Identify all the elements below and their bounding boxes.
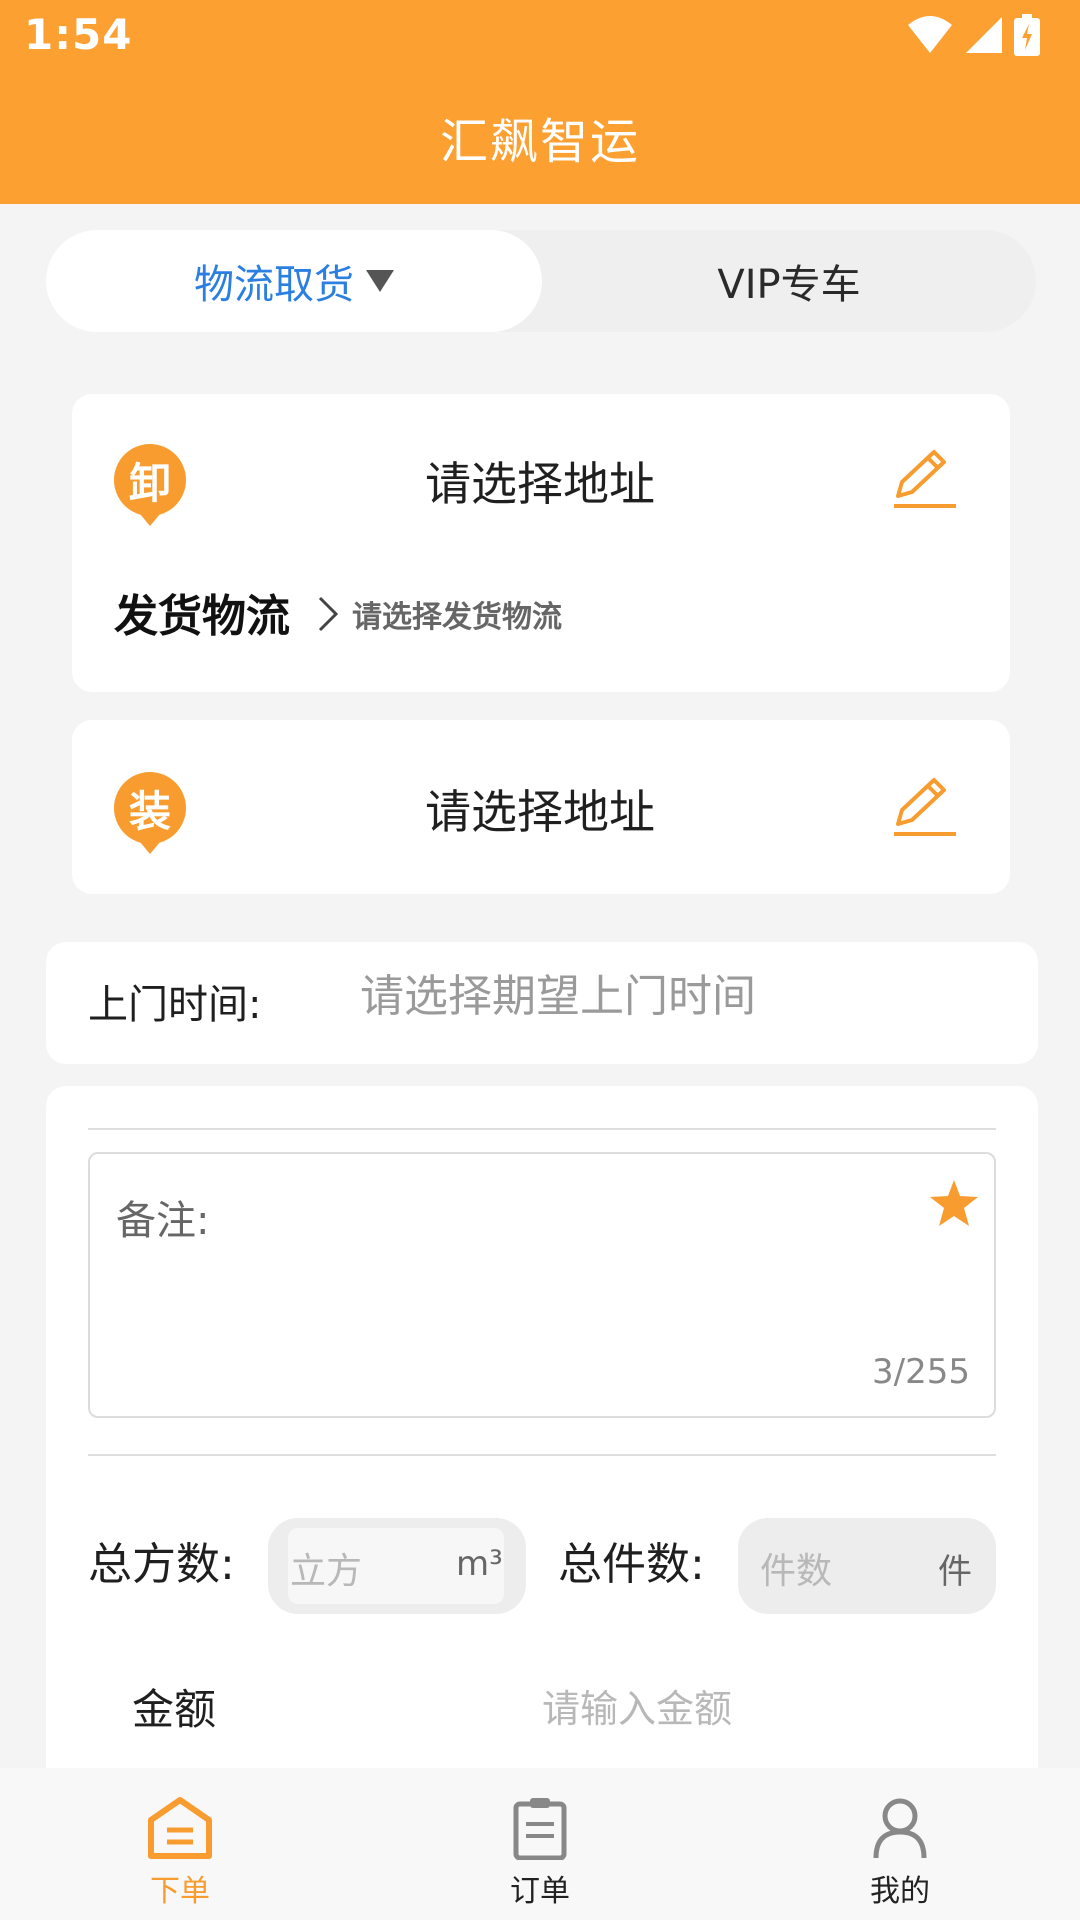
tab-vip-car-label: VIP专车 xyxy=(717,262,861,308)
amount-input[interactable]: 请输入金额 xyxy=(542,1678,732,1733)
edit-pencil-icon[interactable] xyxy=(890,776,960,838)
chevron-right-icon[interactable] xyxy=(316,594,340,634)
notes-label: 备注: xyxy=(116,1198,210,1244)
load-badge: 装 xyxy=(114,772,186,862)
tab-logistics-pickup-label: 物流取货 xyxy=(194,262,354,308)
nav-label-profile: 我的 xyxy=(870,1874,930,1909)
load-address-placeholder: 请选择地址 xyxy=(425,785,655,839)
home-icon xyxy=(148,1797,212,1859)
unload-address-placeholder: 请选择地址 xyxy=(425,457,655,511)
nav-item-place-order[interactable]: 下单 xyxy=(0,1768,360,1920)
app-title: 汇飙智运 xyxy=(439,114,640,170)
nav-item-profile[interactable]: 我的 xyxy=(720,1768,1080,1920)
nav-label-orders: 订单 xyxy=(510,1874,570,1909)
dropdown-triangle-icon xyxy=(366,270,394,292)
tab-vip-car[interactable]: VIP专车 xyxy=(542,230,1036,332)
tab-logistics-pickup[interactable]: 物流取货 xyxy=(46,230,542,332)
user-icon xyxy=(873,1798,927,1859)
total-pieces-label: 总件数: xyxy=(558,1539,705,1590)
nav-item-orders[interactable]: 订单 xyxy=(360,1768,720,1920)
signal-icon xyxy=(966,17,1002,53)
unload-address-card[interactable] xyxy=(72,394,1010,692)
volume-unit: m³ xyxy=(456,1544,503,1584)
total-volume-placeholder: 立方 xyxy=(290,1551,363,1592)
notes-char-counter: 3/255 xyxy=(872,1352,970,1392)
shipping-logistics-label: 发货物流 xyxy=(114,591,290,642)
status-icons xyxy=(906,12,1040,58)
total-volume-label: 总方数: xyxy=(88,1539,235,1590)
status-time: 1:54 xyxy=(24,10,133,59)
visit-time-placeholder[interactable]: 请选择期望上门时间 xyxy=(360,960,756,1024)
nav-label-place-order: 下单 xyxy=(150,1874,210,1909)
badge-pin-tail xyxy=(140,514,160,526)
visit-time-label: 上门时间: xyxy=(88,982,262,1028)
pieces-unit: 件 xyxy=(938,1552,972,1592)
star-icon[interactable] xyxy=(928,1178,980,1228)
shipping-logistics-hint[interactable]: 请选择发货物流 xyxy=(352,592,562,636)
clipboard-icon xyxy=(513,1798,567,1860)
unload-badge-circle: 卸 xyxy=(114,444,186,516)
edit-pencil-icon[interactable] xyxy=(890,448,960,510)
divider xyxy=(88,1128,996,1130)
wifi-icon xyxy=(908,16,952,53)
load-badge-circle: 装 xyxy=(114,772,186,844)
unload-badge: 卸 xyxy=(114,444,186,534)
battery-icon xyxy=(1014,14,1040,56)
amount-label: 金额 xyxy=(132,1685,217,1734)
badge-pin-tail xyxy=(140,842,160,854)
total-pieces-placeholder: 件数 xyxy=(760,1551,833,1592)
divider xyxy=(88,1454,996,1456)
